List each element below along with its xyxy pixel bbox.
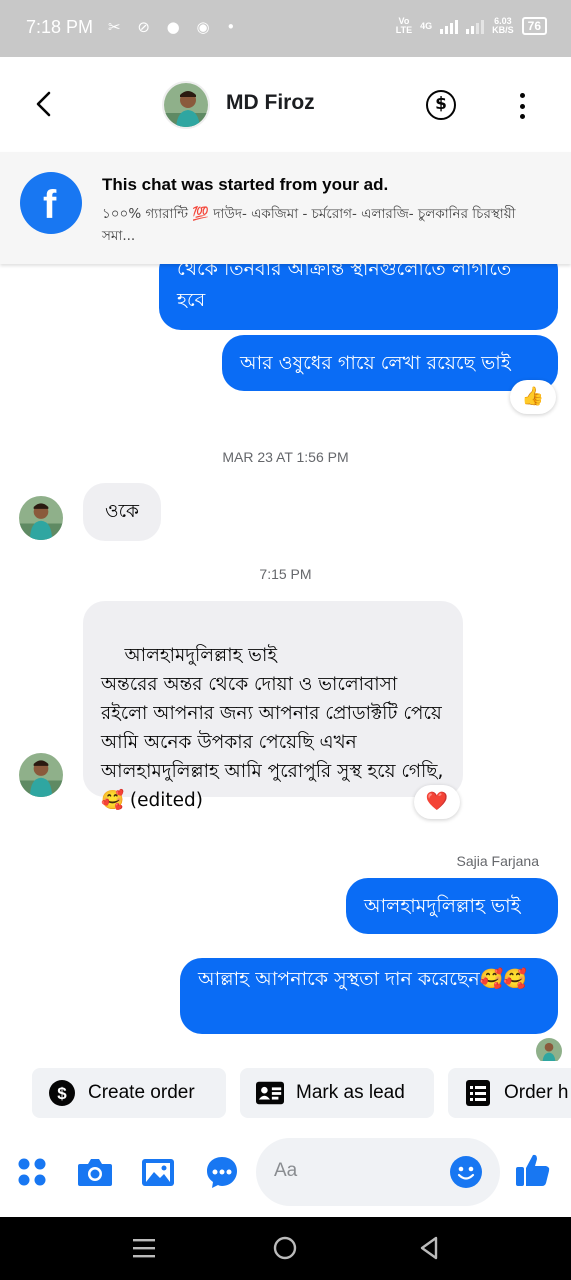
system-nav-bar — [0, 1217, 571, 1280]
recent-apps-icon[interactable] — [131, 1235, 157, 1261]
avatar[interactable] — [19, 496, 63, 540]
incoming-message[interactable]: আলহামদুলিল্লাহ ভাই অন্তরের অন্তর থেকে দো… — [83, 601, 463, 811]
composer-bar: Aa — [0, 1127, 571, 1217]
create-order-button[interactable]: $ Create order — [32, 1068, 226, 1118]
home-icon[interactable] — [272, 1235, 298, 1261]
chat-bubble-icon[interactable] — [204, 1154, 240, 1190]
gallery-icon[interactable] — [140, 1154, 176, 1190]
message-input[interactable]: Aa — [256, 1138, 500, 1206]
message-list[interactable]: থেকে তিনবার আক্রান্ত স্থানগুলোতে লাগাতে … — [0, 264, 571, 1061]
battery-icon: 76 — [521, 17, 547, 35]
outgoing-message[interactable]: আলহামদুলিল্লাহ ভাই — [346, 878, 558, 934]
svg-text:$: $ — [57, 1084, 67, 1103]
reaction-heart[interactable]: ❤️ — [414, 785, 460, 819]
incoming-message[interactable]: ওকে — [83, 483, 161, 541]
back-icon[interactable] — [416, 1235, 442, 1261]
signal-icon — [440, 18, 459, 34]
ad-banner-title: This chat was started from your ad. — [102, 175, 389, 194]
status-right: Vo LTE 4G 6.03 KB/S 76 — [396, 17, 547, 35]
thumbs-up-icon[interactable] — [514, 1151, 550, 1187]
more-vertical-icon[interactable] — [510, 91, 534, 121]
timestamp: 7:15 PM — [259, 566, 312, 582]
contact-avatar[interactable] — [162, 81, 210, 129]
notification-icons: ✂ ⊘ ● ◉ • — [108, 18, 242, 36]
menu-dots-icon[interactable] — [14, 1154, 50, 1190]
quick-actions-bar: $ Create order Mark as lead Order h — [0, 1061, 571, 1127]
signal-2-icon — [466, 18, 485, 34]
chat-header: MD Firoz $ — [0, 57, 571, 152]
ad-origin-banner[interactable]: f This chat was started from your ad. ১০… — [0, 152, 571, 264]
back-arrow-icon[interactable] — [28, 87, 62, 121]
id-card-icon — [256, 1079, 284, 1107]
ad-banner-subtitle: ১০০% গ্যারান্টি 💯 দাউদ- একজিমা - চর্মরোগ… — [102, 206, 516, 244]
camera-icon[interactable] — [76, 1154, 112, 1190]
outgoing-message[interactable]: আর ওষুধের গায়ে লেখা রয়েছে ভাই — [222, 335, 558, 391]
mark-as-lead-button[interactable]: Mark as lead — [240, 1068, 434, 1118]
read-receipt-avatar — [536, 1038, 562, 1061]
outgoing-message[interactable]: আল্লাহ আপনাকে সুস্থতা দান করেছেন🥰🥰 — [180, 958, 558, 1034]
message-placeholder: Aa — [274, 1160, 298, 1181]
network-type: 4G — [420, 20, 433, 31]
receipt-icon — [464, 1079, 492, 1107]
status-bar: 7:18 PM ✂ ⊘ ● ◉ • Vo LTE 4G 6.03 KB/S 76 — [0, 0, 571, 57]
facebook-icon: f — [20, 172, 82, 234]
dollar-circle-icon: $ — [48, 1079, 76, 1107]
outgoing-message[interactable]: থেকে তিনবার আক্রান্ত স্থানগুলোতে লাগাতে … — [159, 264, 558, 330]
reaction-thumbs-up[interactable]: 👍 — [510, 380, 556, 414]
avatar[interactable] — [19, 753, 63, 797]
status-time: 7:18 PM — [26, 17, 94, 37]
network-speed: 6.03 KB/S — [492, 16, 514, 35]
volte-indicator: Vo LTE — [395, 16, 413, 35]
dollar-icon[interactable]: $ — [426, 90, 456, 120]
order-history-button[interactable]: Order h — [448, 1068, 571, 1118]
sender-name: Sajia Farjana — [456, 853, 540, 869]
timestamp: MAR 23 AT 1:56 PM — [222, 449, 349, 465]
emoji-icon[interactable] — [450, 1156, 482, 1188]
contact-name[interactable]: MD Firoz — [226, 91, 315, 115]
